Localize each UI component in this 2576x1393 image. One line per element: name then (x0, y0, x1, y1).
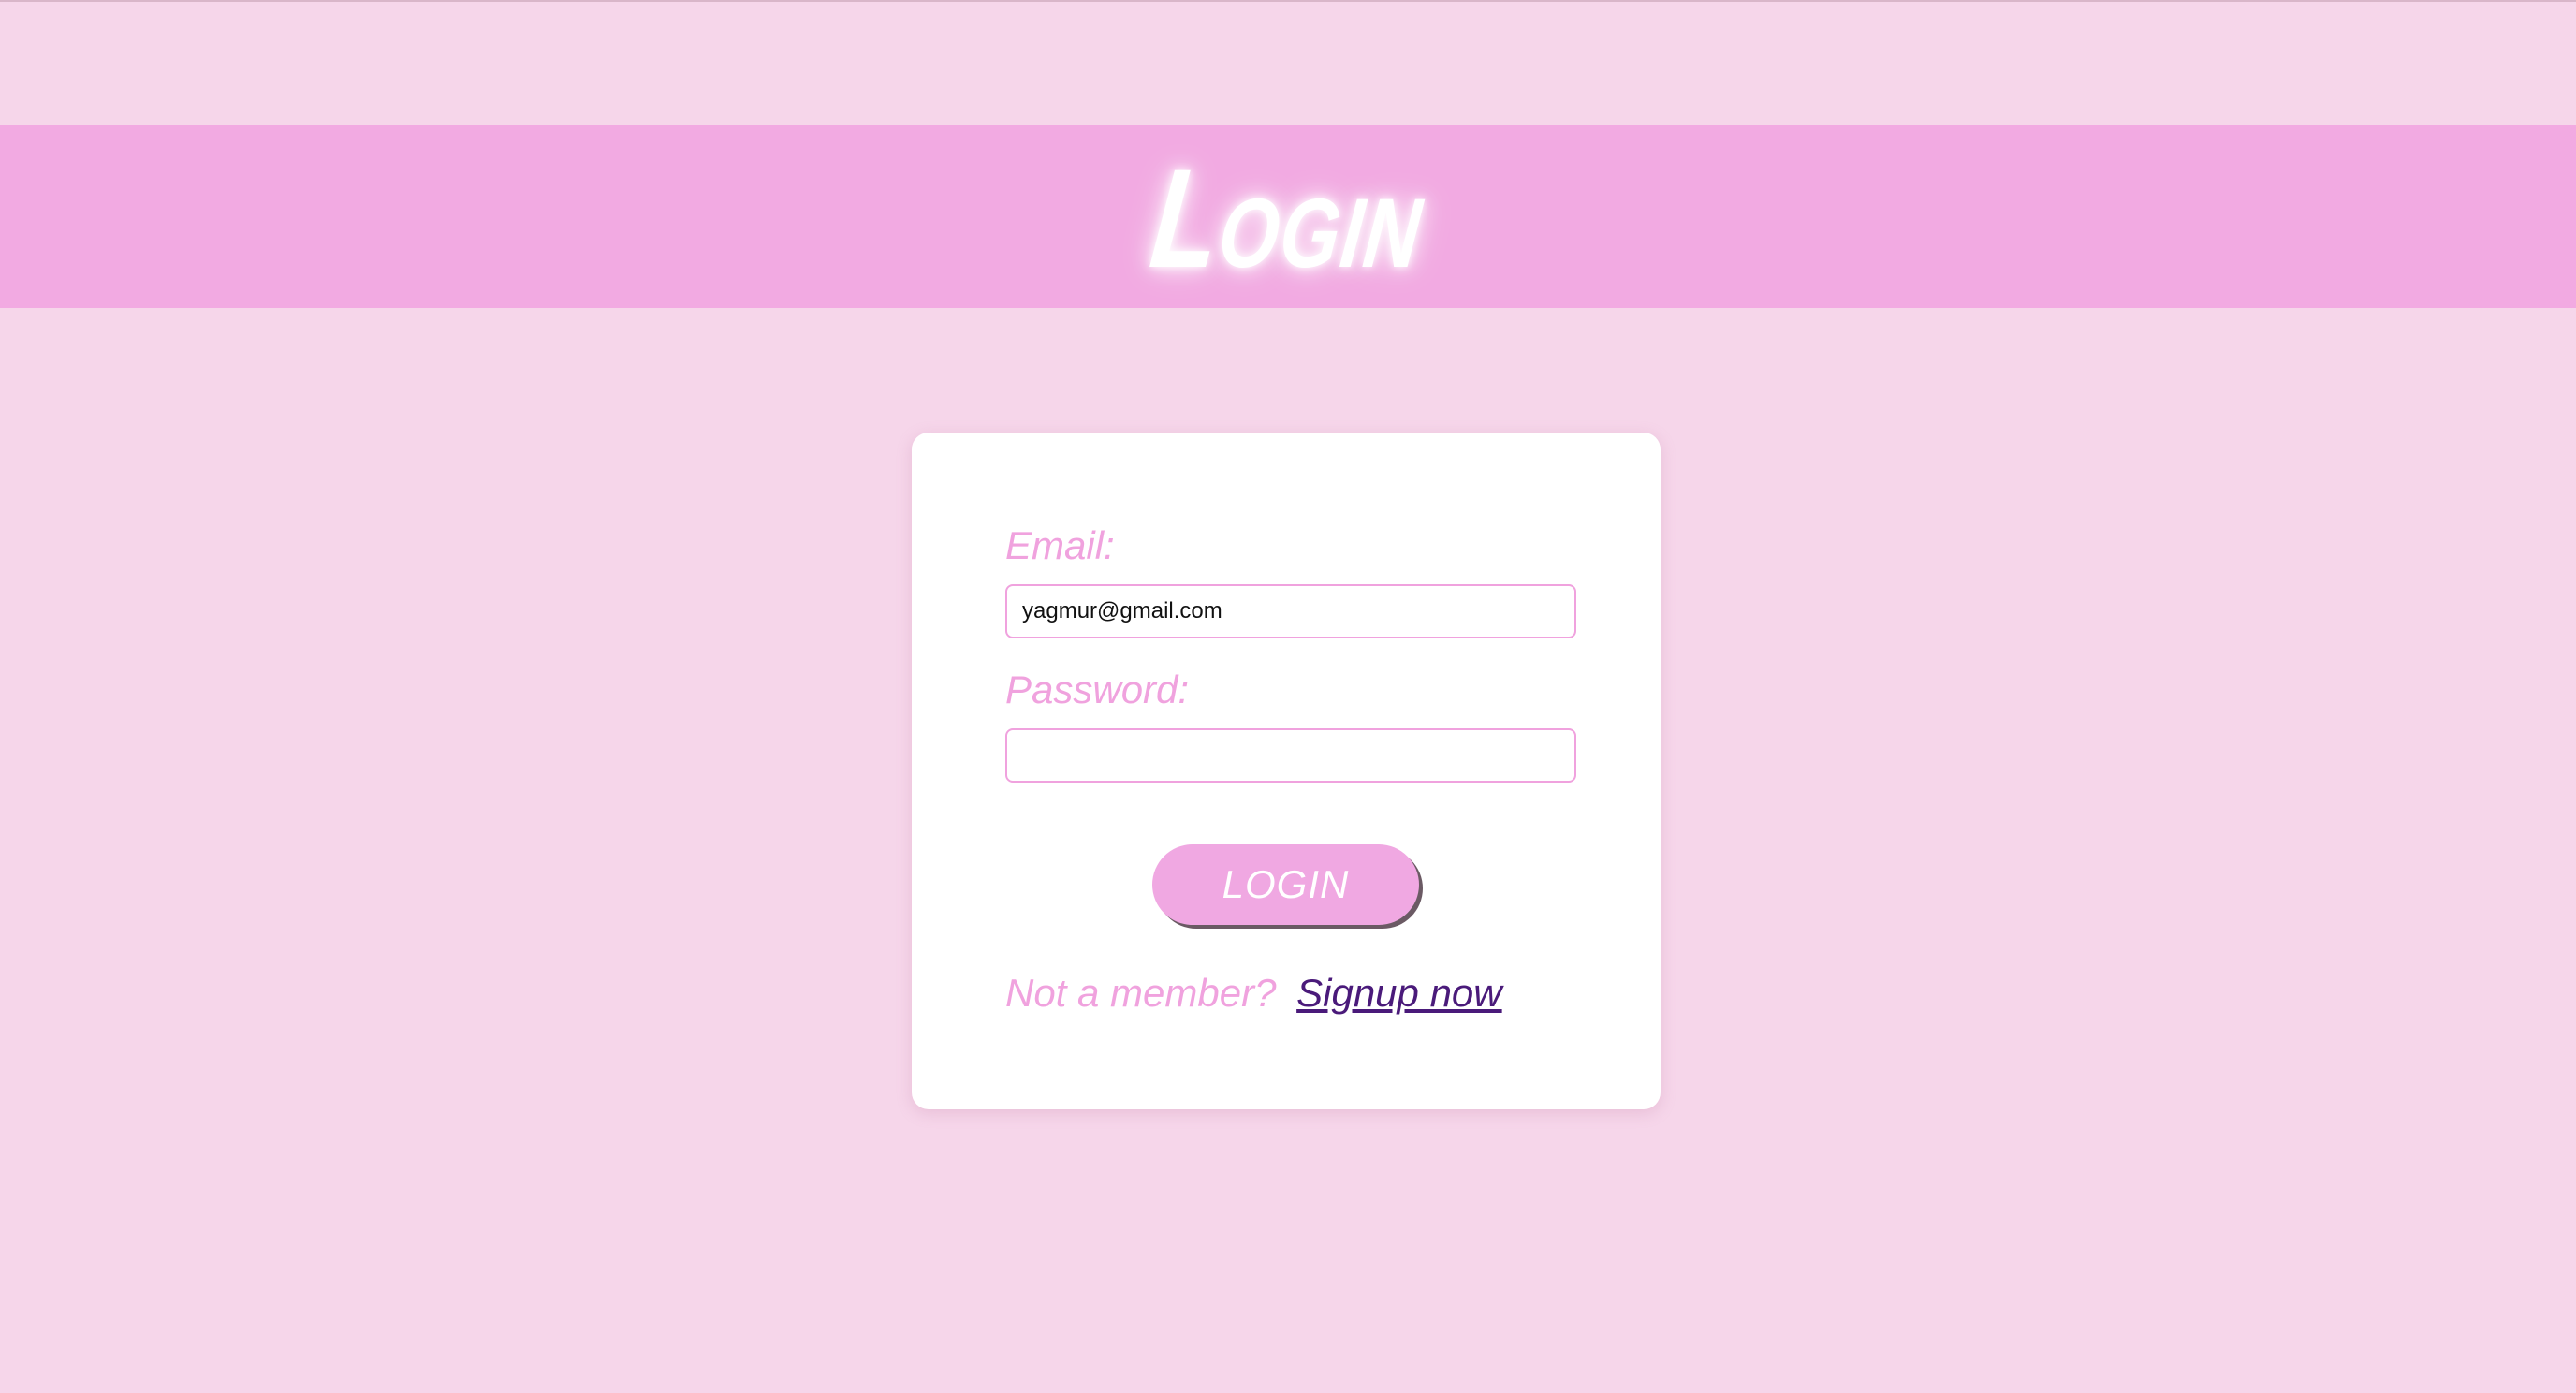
email-field[interactable] (1005, 584, 1576, 638)
password-label: Password: (1005, 667, 1190, 711)
page-title: Login (1144, 139, 1432, 297)
login-button[interactable]: LOGIN (1152, 844, 1419, 925)
signup-prompt: Not a member? (1005, 971, 1277, 1015)
login-card: Email: Password: LOGIN Not a member? Sig… (912, 433, 1661, 1109)
email-label: Email: (1005, 523, 1115, 567)
signup-link[interactable]: Signup now (1296, 971, 1502, 1015)
signup-row: Not a member? Signup now (1005, 971, 1502, 1016)
header-banner: Login (0, 125, 2576, 308)
password-field[interactable] (1005, 728, 1576, 783)
top-border-line (0, 0, 2576, 2)
